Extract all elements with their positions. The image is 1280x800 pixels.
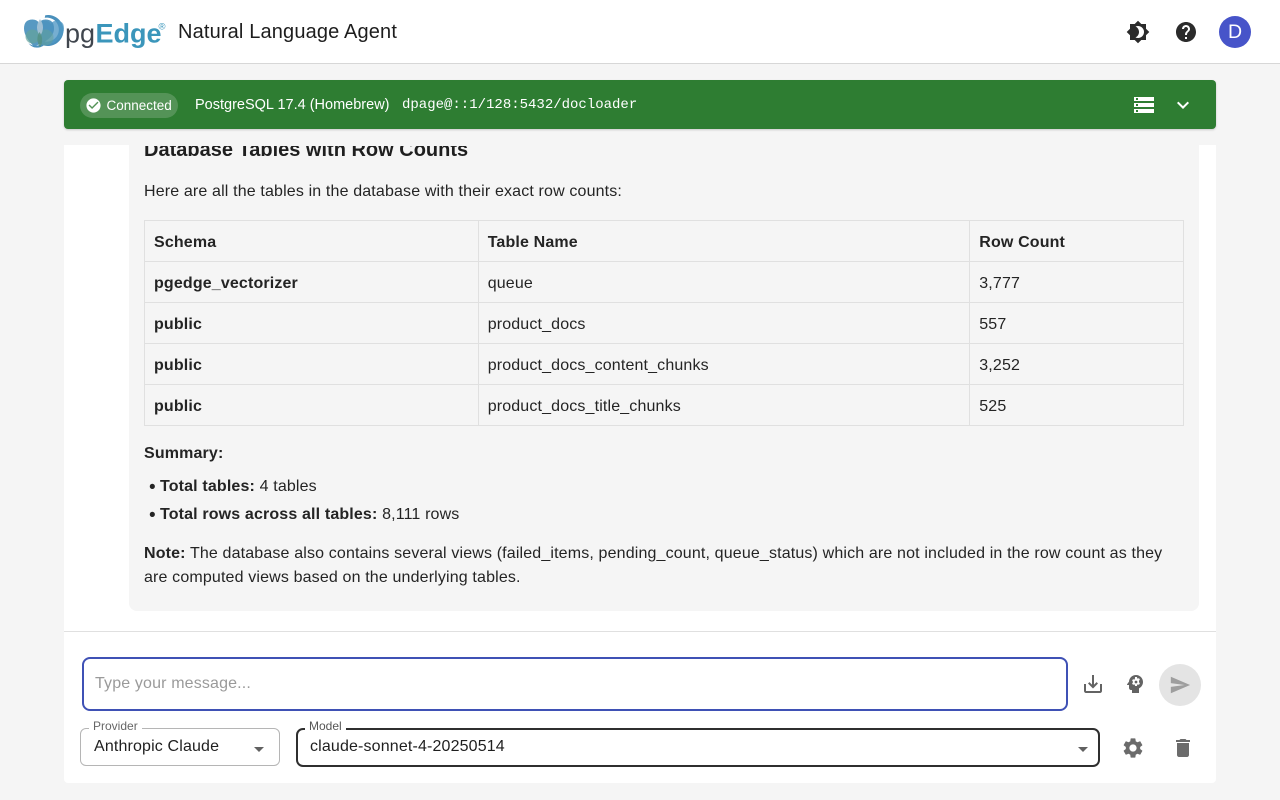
svg-text:Edge: Edge [96, 19, 162, 49]
svg-text:®: ® [159, 22, 166, 33]
svg-text:pg: pg [65, 19, 95, 49]
